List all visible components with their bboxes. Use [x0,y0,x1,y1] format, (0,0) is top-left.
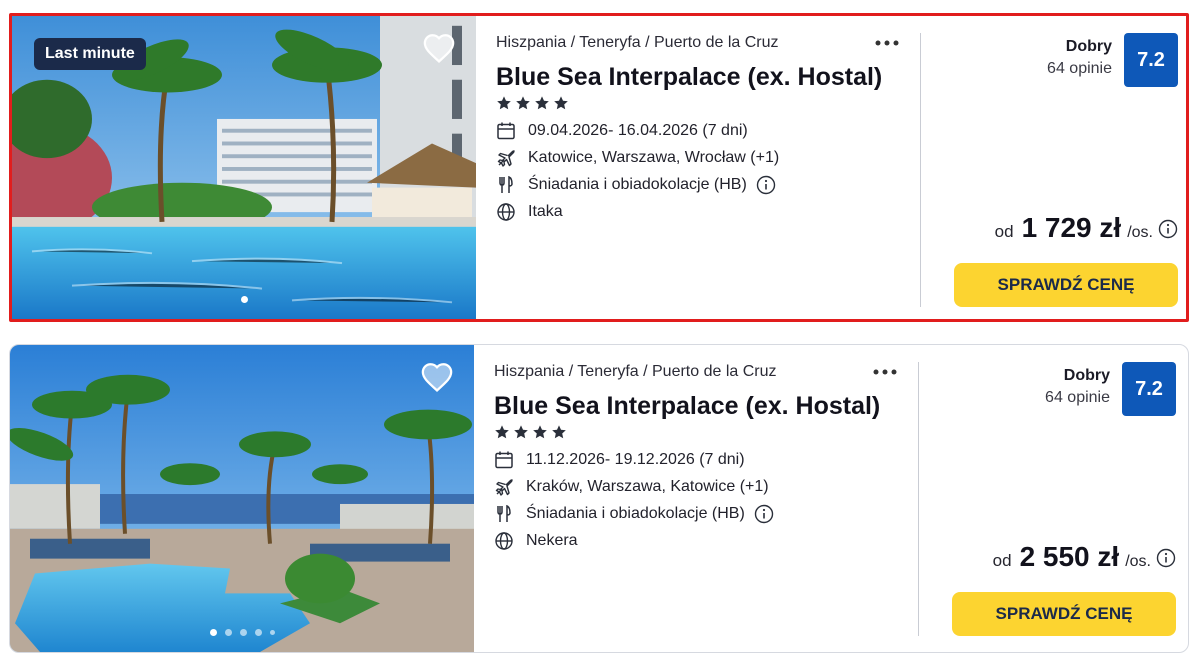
star-icon [514,425,528,439]
star-icon [554,96,568,110]
star-rating [496,95,904,117]
rating-block[interactable]: Dobry 64 opinie 7.2 [1045,362,1176,416]
cutlery-icon [496,175,516,195]
offer-card[interactable]: Last minute Hiszpania / Teneryfa / Puert… [9,13,1189,322]
more-options-icon[interactable] [874,38,900,48]
dates-row: 11.12.2026- 19.12.2026 (7 dni) [494,446,902,473]
carousel-dot[interactable] [209,629,217,636]
hotel-name[interactable]: Blue Sea Interpalace (ex. Hostal) [496,61,904,93]
price-row: od 1 729 zł /os. [995,212,1178,244]
info-icon[interactable] [756,175,776,195]
board-row: Śniadania i obiadokolacje (HB) [494,500,902,527]
rating-label: Dobry [1063,367,1110,384]
airplane-icon [496,148,516,168]
offer-info: Hiszpania / Teneryfa / Puerto de la Cruz… [496,31,904,225]
price-info-icon[interactable] [1158,219,1178,239]
board-type: Śniadania i obiadokolacje (HB) [526,504,745,522]
carousel-dot[interactable] [240,296,248,303]
dates-text: 11.12.2026- 19.12.2026 (7 dni) [526,450,745,468]
carousel-dots[interactable] [10,629,474,636]
divider [920,33,921,307]
check-price-button[interactable]: SPRAWDŹ CENĘ [952,592,1176,636]
more-options-icon[interactable] [872,367,898,377]
operator-row: Itaka [496,198,904,225]
info-icon[interactable] [754,504,774,524]
departure-row: Katowice, Warszawa, Wrocław (+1) [496,144,904,171]
hotel-name[interactable]: Blue Sea Interpalace (ex. Hostal) [494,390,902,422]
calendar-icon [496,121,516,141]
price-prefix: od [994,222,1014,241]
globe-icon [496,202,516,222]
star-icon [533,425,547,439]
departure-row: Kraków, Warszawa, Katowice (+1) [494,473,902,500]
hotel-photo[interactable] [10,345,474,652]
check-price-button[interactable]: SPRAWDŹ CENĘ [954,263,1178,307]
breadcrumb[interactable]: Hiszpania / Teneryfa / Puerto de la Cruz [494,360,902,384]
star-icon [535,96,549,110]
price-unit: /os. [1125,553,1151,570]
calendar-icon [494,450,514,470]
cutlery-icon [494,504,514,524]
star-icon [552,425,566,439]
rating-score-badge: 7.2 [1122,362,1176,416]
price-value: 2 550 zł [1019,541,1120,572]
price-unit: /os. [1127,224,1153,241]
star-icon [495,425,509,439]
operator-row: Nekera [494,527,902,554]
last-minute-badge: Last minute [34,38,146,70]
price-info-icon[interactable] [1156,548,1176,568]
star-icon [516,96,530,110]
carousel-dots[interactable] [12,296,476,303]
dates-text: 09.04.2026- 16.04.2026 (7 dni) [528,121,748,139]
price-panel: Dobry 64 opinie 7.2 od 2 550 zł /os. SPR… [930,345,1176,652]
offer-info: Hiszpania / Teneryfa / Puerto de la Cruz… [494,360,902,554]
price-prefix: od [992,551,1012,570]
departure-cities[interactable]: Kraków, Warszawa, Katowice (+1) [526,478,769,496]
star-icon [497,96,511,110]
tour-operator: Nekera [526,531,578,549]
divider [918,362,919,636]
departure-cities[interactable]: Katowice, Warszawa, Wrocław (+1) [528,149,779,167]
breadcrumb[interactable]: Hiszpania / Teneryfa / Puerto de la Cruz [496,31,904,55]
price-panel: Dobry 64 opinie 7.2 od 1 729 zł /os. SPR… [932,16,1178,319]
globe-icon [494,531,514,551]
carousel-dot[interactable] [224,629,232,636]
favorite-heart-icon[interactable] [420,361,454,393]
reviews-count[interactable]: 64 opinie [1045,386,1110,410]
price-value: 1 729 zł [1021,212,1122,243]
hotel-pool-photo [10,345,474,652]
reviews-count[interactable]: 64 opinie [1047,57,1112,81]
favorite-heart-icon[interactable] [422,32,456,64]
carousel-dot[interactable] [269,630,275,635]
offer-card[interactable]: Hiszpania / Teneryfa / Puerto de la Cruz… [9,344,1189,653]
airplane-icon [494,477,514,497]
star-rating [494,424,902,446]
board-row: Śniadania i obiadokolacje (HB) [496,171,904,198]
rating-score-badge: 7.2 [1124,33,1178,87]
board-type: Śniadania i obiadokolacje (HB) [528,175,747,193]
dates-row: 09.04.2026- 16.04.2026 (7 dni) [496,117,904,144]
hotel-photo[interactable]: Last minute [12,16,476,319]
carousel-dot[interactable] [239,629,247,636]
carousel-dot[interactable] [254,629,262,636]
price-row: od 2 550 zł /os. [993,541,1176,573]
rating-label: Dobry [1065,38,1112,55]
tour-operator: Itaka [528,202,563,220]
rating-block[interactable]: Dobry 64 opinie 7.2 [1047,33,1178,87]
